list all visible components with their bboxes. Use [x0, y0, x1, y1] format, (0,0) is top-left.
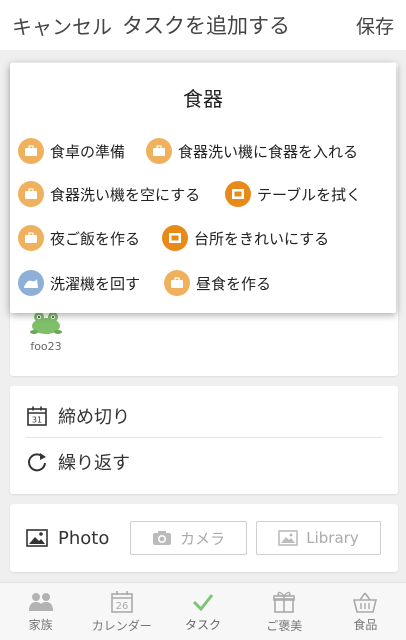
library-button[interactable]: Library [256, 521, 381, 555]
calendar-tab-day: 26 [115, 601, 128, 612]
suggestion-label: 食器洗い機に食器を入れる [178, 142, 359, 161]
save-button[interactable]: 保存 [356, 12, 394, 39]
tab-family[interactable]: 家族 [0, 583, 81, 640]
suggestion-item[interactable]: 昼食を作る [164, 269, 271, 297]
calendar-icon: 31 [27, 406, 47, 426]
tab-calendar[interactable]: 26 カレンダー [81, 583, 162, 640]
calendar-tab-icon: 26 [110, 590, 133, 613]
basket-icon [353, 592, 378, 613]
suggestion-item[interactable]: 台所をきれいにする [162, 224, 329, 252]
photo-label: Photo [58, 527, 110, 549]
repeat-label: 繰り返す [58, 453, 130, 474]
library-button-label: Library [306, 529, 359, 547]
page-title: タスクを追加する [122, 14, 290, 38]
assignee-avatar[interactable]: foo23 [26, 306, 66, 353]
camera-icon [152, 531, 171, 545]
briefcase-icon [146, 138, 172, 164]
suggestion-label: 昼食を作る [196, 274, 272, 293]
wave-icon [18, 270, 44, 296]
suggestion-item[interactable]: テーブルを拭く [225, 180, 361, 208]
assignee-name: foo23 [30, 340, 62, 353]
tab-food[interactable]: 食品 [325, 583, 406, 640]
task-suggestion-popup: 食器 食卓の準備 食器洗い機に食器を入れる 食器洗い機を空にする テーブルを拭く… [10, 63, 396, 313]
suggestion-label: 食器洗い機を空にする [50, 185, 201, 204]
camera-button-label: カメラ [179, 529, 225, 548]
suggestion-label: 洗濯機を回す [50, 274, 141, 293]
popup-title: 食器 [183, 87, 223, 111]
tab-calendar-label: カレンダー [91, 618, 152, 633]
suggestion-label: 台所をきれいにする [194, 229, 330, 248]
briefcase-icon [164, 270, 190, 296]
repeat-row[interactable]: 繰り返す [26, 440, 382, 484]
briefcase-icon [18, 181, 44, 207]
tab-family-label: 家族 [28, 617, 53, 632]
check-icon [192, 593, 214, 611]
image-icon [26, 529, 48, 547]
deadline-row[interactable]: 31 締め切り [26, 394, 382, 438]
suggestion-item[interactable]: 食卓の準備 [18, 137, 125, 165]
suggestion-item[interactable]: 食器洗い機に食器を入れる [146, 137, 358, 165]
briefcase-icon [18, 138, 44, 164]
camera-button[interactable]: カメラ [130, 521, 247, 555]
tab-tasks-label: タスク [185, 617, 222, 632]
suggestion-label: 食卓の準備 [50, 142, 126, 161]
tab-rewards-label: ご褒美 [266, 618, 303, 633]
suggestion-item[interactable]: 夜ご飯を作る [18, 224, 140, 252]
tab-food-label: 食品 [353, 617, 378, 632]
cloth-icon [162, 225, 188, 251]
tab-rewards[interactable]: ご褒美 [244, 583, 325, 640]
bottom-tab-bar: 家族 26 カレンダー タスク ご褒美 食品 [0, 582, 406, 640]
deadline-label: 締め切り [58, 406, 130, 428]
cancel-button[interactable]: キャンセル [12, 11, 112, 40]
calendar-day: 31 [32, 415, 42, 424]
suggestion-label: 夜ご飯を作る [50, 229, 141, 248]
photo-card: Photo カメラ Library [10, 504, 398, 572]
gift-icon [273, 591, 296, 613]
briefcase-icon [18, 225, 44, 251]
suggestion-item[interactable]: 食器洗い機を空にする [18, 180, 200, 208]
family-icon [28, 592, 53, 611]
gallery-icon [278, 530, 299, 546]
cloth-icon [225, 181, 251, 207]
top-bar: キャンセル タスクを追加する 保存 [0, 0, 406, 50]
schedule-card: 31 締め切り 繰り返す [10, 386, 398, 494]
repeat-icon [28, 453, 46, 472]
suggestion-label: テーブルを拭く [257, 185, 362, 204]
tab-tasks[interactable]: タスク [162, 583, 243, 640]
suggestion-item[interactable]: 洗濯機を回す [18, 269, 140, 297]
